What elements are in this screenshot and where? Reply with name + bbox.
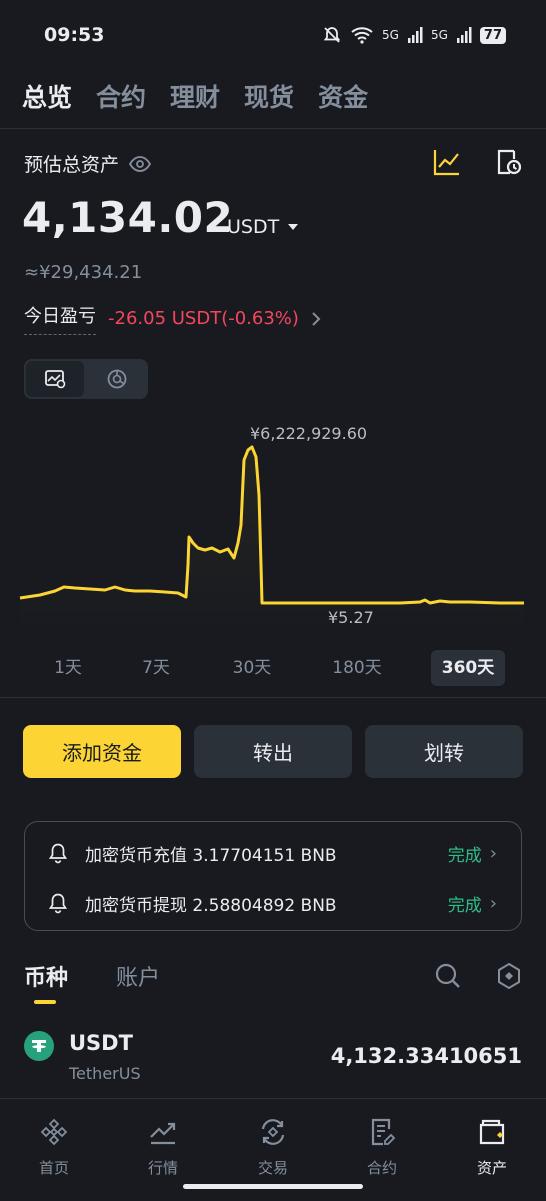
transfer-button[interactable]: 划转 <box>365 725 523 778</box>
history-record-icon[interactable] <box>494 147 524 177</box>
add-funds-button[interactable]: 添加资金 <box>23 725 181 778</box>
status-icons: 5G 5G 77 <box>322 25 506 45</box>
top-tabs: 总览 合约 理财 现货 资金 <box>22 78 368 114</box>
network-type-2: 5G <box>430 28 448 42</box>
nav-assets[interactable]: 资产 <box>452 1117 532 1178</box>
eye-icon[interactable] <box>129 155 152 172</box>
notification-deposit-status: 完成 <box>447 845 482 866</box>
period-tabs: 1天 7天 30天 180天 360天 <box>0 650 546 688</box>
notification-withdrawal-status: 完成 <box>447 895 482 916</box>
notification-deposit-text: 加密货币充值 3.17704151 BNB <box>85 845 337 866</box>
tab-spot[interactable]: 现货 <box>244 78 294 114</box>
signal-icon-2 <box>456 27 472 43</box>
pnl-analysis-icon[interactable] <box>432 147 462 177</box>
chart-max-label: ¥6,222,929.60 <box>250 424 367 443</box>
header-divider <box>0 128 546 129</box>
estimated-assets-label: 预估总资产 <box>24 150 152 177</box>
asset-symbol: USDT <box>69 1031 133 1055</box>
nav-home-label: 首页 <box>38 1159 69 1177</box>
nav-futures[interactable]: 合约 <box>342 1117 422 1178</box>
period-1d[interactable]: 1天 <box>42 650 94 686</box>
signal-icon <box>407 27 423 43</box>
est-label-text: 预估总资产 <box>24 154 120 176</box>
currency-unit: USDT <box>227 216 280 238</box>
today-pnl-row[interactable]: 今日盈亏 -26.05 USDT(-0.63%) <box>24 302 321 335</box>
settings-hexagon-icon[interactable] <box>496 962 522 990</box>
usdt-logo-icon <box>24 1031 54 1061</box>
period-30d[interactable]: 30天 <box>222 650 282 686</box>
tab-futures[interactable]: 合约 <box>96 78 146 114</box>
asset-history-chart[interactable]: ¥6,222,929.60 ¥5.27 <box>0 415 546 635</box>
total-asset-value: 4,134.02 <box>22 193 234 242</box>
mute-bell-icon <box>323 27 341 43</box>
chart-line <box>19 445 524 605</box>
chevron-right-icon: › <box>489 892 497 914</box>
nav-home[interactable]: 首页 <box>14 1117 94 1178</box>
period-360d[interactable]: 360天 <box>431 650 505 686</box>
tether-icon <box>32 1040 46 1052</box>
wifi-icon <box>351 27 373 44</box>
nav-futures-label: 合约 <box>366 1159 397 1177</box>
tab-earn[interactable]: 理财 <box>170 78 220 114</box>
battery-indicator: 77 <box>479 26 506 44</box>
home-indicator <box>183 1184 363 1189</box>
pie-chart-toggle[interactable] <box>86 359 148 399</box>
tab-accounts[interactable]: 账户 <box>116 960 160 992</box>
tab-coins[interactable]: 币种 <box>24 960 68 992</box>
today-pnl-value: -26.05 USDT(-0.63%) <box>108 308 299 329</box>
chart-min-label: ¥5.27 <box>328 608 374 627</box>
nav-markets-label: 行情 <box>147 1159 178 1177</box>
today-pnl-label: 今日盈亏 <box>24 302 96 335</box>
chart-type-toggle <box>24 359 148 399</box>
tab-overview[interactable]: 总览 <box>22 78 72 114</box>
tab-funding[interactable]: 资金 <box>318 78 368 114</box>
asset-balance: 4,132.33410651 <box>330 1044 522 1068</box>
nav-trade[interactable]: 交易 <box>233 1117 313 1178</box>
nav-assets-label: 资产 <box>476 1159 507 1177</box>
futures-document-icon <box>371 1118 396 1146</box>
chevron-right-icon: › <box>489 842 497 864</box>
nav-markets[interactable]: 行情 <box>123 1117 203 1178</box>
caret-down-icon <box>288 224 299 230</box>
network-type-1: 5G <box>382 28 399 42</box>
binance-logo-icon <box>40 1118 68 1146</box>
notification-deposit[interactable]: 加密货币充值 3.17704151 BNB 完成 › <box>25 828 523 878</box>
bell-icon <box>48 843 68 864</box>
recent-transactions-card: 加密货币充值 3.17704151 BNB 完成 › 加密货币提现 2.5880… <box>24 821 522 931</box>
asset-full-name: TetherUS <box>69 1064 141 1083</box>
active-tab-indicator <box>34 1000 56 1004</box>
trade-exchange-icon <box>261 1119 285 1145</box>
notification-withdrawal[interactable]: 加密货币提现 2.58804892 BNB 完成 › <box>25 878 523 928</box>
market-chart-icon <box>150 1122 176 1145</box>
chevron-right-icon <box>312 311 321 326</box>
bell-icon <box>48 893 68 914</box>
line-chart-mode-icon <box>45 370 66 389</box>
chart-divider <box>0 697 546 698</box>
currency-selector[interactable]: USDT <box>227 216 299 238</box>
period-7d[interactable]: 7天 <box>130 650 182 686</box>
approx-cny-value: ≈¥29,434.21 <box>24 262 143 283</box>
notification-withdrawal-text: 加密货币提现 2.58804892 BNB <box>85 895 337 916</box>
status-time: 09:53 <box>44 24 105 46</box>
pie-chart-mode-icon <box>107 369 127 389</box>
chart-area-fill <box>20 447 524 635</box>
withdraw-button[interactable]: 转出 <box>194 725 352 778</box>
search-icon[interactable] <box>434 962 462 990</box>
wallet-icon <box>479 1119 505 1145</box>
nav-trade-label: 交易 <box>257 1159 288 1177</box>
line-chart-toggle[interactable] <box>24 359 86 399</box>
period-180d[interactable]: 180天 <box>322 650 392 686</box>
